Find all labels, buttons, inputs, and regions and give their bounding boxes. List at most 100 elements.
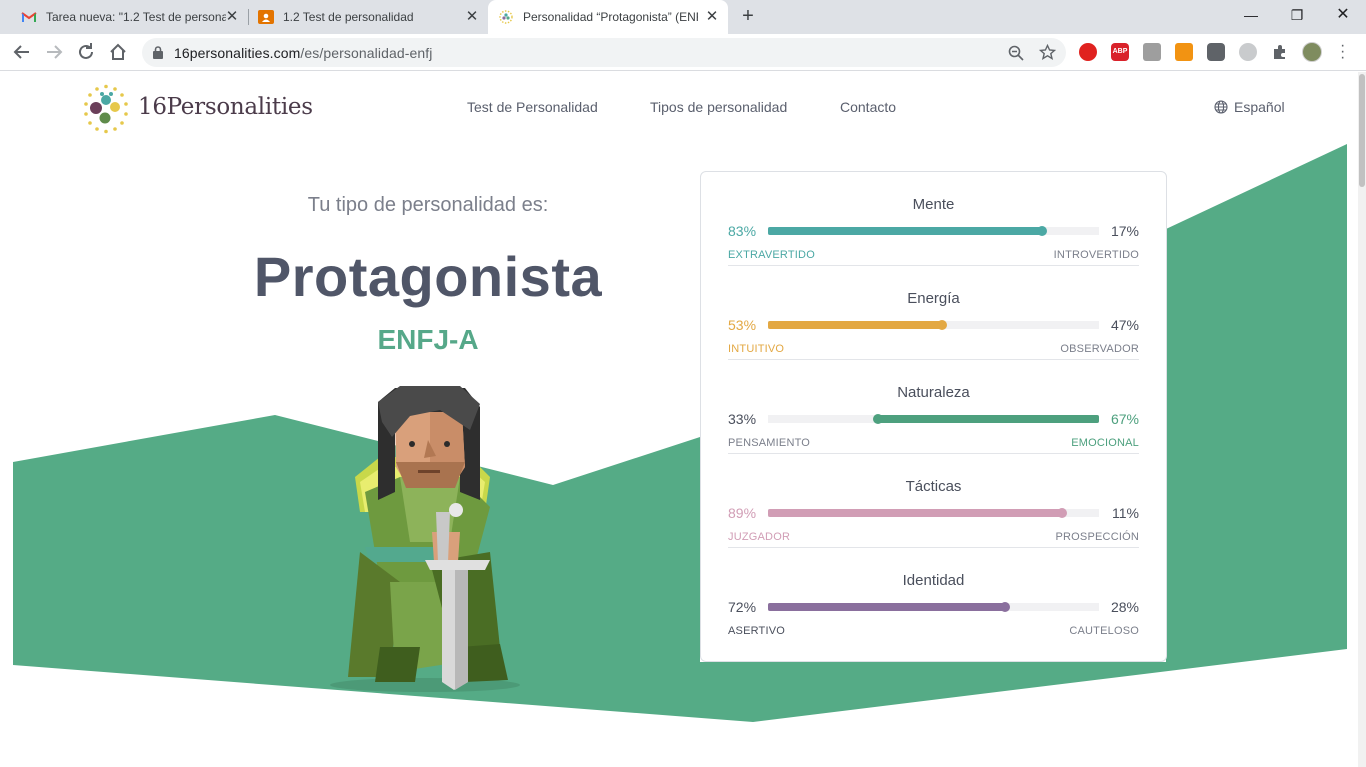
bookmark-star-icon[interactable] [1039,44,1056,61]
home-icon[interactable] [107,41,129,63]
scrollbar-thumb[interactable] [1359,74,1365,187]
trait-left-percent: 72% [728,599,757,615]
logo-mark-icon [84,84,128,134]
trait-left-label: Extravertido [728,249,815,261]
trait-naturaleza: Naturaleza 33% 67% Pensamiento Emocional [728,360,1139,454]
trait-bar-fill [768,321,943,329]
personality-code: ENFJ-A [377,324,479,355]
browser-tab-active[interactable]: Personalidad “Protagonista” (ENF ✕ [488,0,728,34]
adblock-plus-icon[interactable]: ABP [1111,43,1129,61]
page-scrollbar[interactable] [1358,72,1366,767]
site-header: 16Personalities Test de Personalidad Tip… [0,72,1358,144]
browser-menu-icon[interactable]: · · · [1340,38,1346,66]
trait-bar-fill [768,227,1043,235]
trait-name: Identidad [902,572,965,589]
trait-left-label: Asertivo [728,625,786,637]
pdf-extension-icon[interactable] [1143,43,1161,61]
trait-left-percent: 33% [728,411,757,427]
key-extension-icon[interactable] [1175,43,1193,61]
trait-name: Naturaleza [897,384,970,401]
back-icon[interactable] [11,41,33,63]
close-icon[interactable]: ✕ [704,9,720,25]
lock-icon[interactable] [153,46,163,59]
web-page: 16Personalities Test de Personalidad Tip… [0,72,1366,767]
profile-avatar[interactable] [1302,42,1322,62]
compass-extension-icon[interactable] [1239,43,1257,61]
trait-identidad: Identidad 72% 28% Asertivo Cauteloso [728,548,1139,642]
trait-bar-fill [768,603,1006,611]
personality-traits-card: Mente 83% 17% Extravertido Introvertido … [700,171,1167,662]
personality-title: Protagonista [253,245,603,308]
trait-bar [768,320,1099,330]
trait-right-label: Cauteloso [1069,625,1139,637]
trait-left-percent: 83% [728,223,757,239]
stop-extension-icon[interactable] [1079,43,1097,61]
trait-bar [768,414,1099,424]
tab-title: Personalidad “Protagonista” (ENF [523,10,698,24]
extension-gray-icon[interactable] [1207,43,1225,61]
globe-icon [1214,100,1228,114]
trait-left-percent: 53% [728,317,757,333]
16p-favicon [499,10,513,24]
window-close-icon[interactable]: ✕ [1333,5,1353,25]
trait-right-label: Prospección [1055,531,1139,543]
language-label: Español [1234,99,1285,115]
tab-title: Tarea nueva: "1.2 Test de persona [46,10,226,24]
trait-tacticas: Tácticas 89% 11% Juzgador Prospección [728,454,1139,548]
trait-name: Energía [907,290,960,307]
classroom-icon [258,10,274,24]
nav-tipos-de-personalidad[interactable]: Tipos de personalidad [650,99,787,115]
trait-right-percent: 67% [1110,411,1139,427]
language-selector[interactable]: Español [1214,99,1285,115]
new-tab-button[interactable]: + [738,6,758,26]
trait-right-percent: 11% [1112,505,1139,521]
site-logo[interactable]: 16Personalities [82,84,322,134]
browser-tabstrip: Tarea nueva: "1.2 Test de persona ✕ 1.2 … [0,0,1366,34]
protagonist-character-illustration [330,386,520,692]
reload-icon[interactable] [75,41,97,63]
trait-bar-knob [1057,508,1067,518]
trait-energia: Energía 53% 47% Intuitivo Observador [728,266,1139,360]
nav-contacto[interactable]: Contacto [840,99,896,115]
trait-bar-fill [768,509,1063,517]
trait-bar-knob [873,414,883,424]
url-host: 16personalities.com [174,45,301,61]
close-icon[interactable]: ✕ [224,9,240,25]
trait-bar-knob [937,320,947,330]
minimize-icon[interactable]: — [1241,5,1261,25]
trait-left-label: Pensamiento [728,437,811,449]
close-icon[interactable]: ✕ [464,9,480,25]
browser-tab-gmail[interactable]: Tarea nueva: "1.2 Test de persona ✕ [8,0,248,34]
trait-name: Mente [912,196,955,213]
hero-subtitle: Tu tipo de personalidad es: [307,194,549,216]
trait-left-label: Intuitivo [728,343,785,355]
logo-text: 16Personalities [138,94,313,120]
restore-icon[interactable]: ❐ [1287,5,1307,25]
browser-tab-classroom[interactable]: 1.2 Test de personalidad ✕ [248,0,488,34]
trait-mente: Mente 83% 17% Extravertido Introvertido [728,172,1139,266]
address-bar[interactable]: 16personalities.com/es/personalidad-enfj [142,38,1066,67]
gmail-icon [21,12,37,22]
trait-bar [768,602,1099,612]
trait-bar-knob [1000,602,1010,612]
trait-right-label: Emocional [1071,437,1139,449]
zoom-out-icon[interactable] [1008,45,1024,61]
trait-right-percent: 28% [1110,599,1139,615]
trait-left-label: Juzgador [728,531,791,543]
trait-right-percent: 47% [1110,317,1139,333]
trait-right-percent: 17% [1110,223,1139,239]
url-text[interactable]: 16personalities.com/es/personalidad-enfj [174,45,433,61]
trait-left-percent: 89% [728,505,757,521]
trait-bar [768,508,1099,518]
forward-icon[interactable] [43,41,65,63]
trait-right-label: Introvertido [1053,249,1139,261]
trait-bar-knob [1037,226,1047,236]
trait-bar [768,226,1099,236]
url-path: /es/personalidad-enfj [300,45,433,61]
tab-title: 1.2 Test de personalidad [283,10,414,24]
trait-right-label: Observador [1060,343,1139,355]
extensions-puzzle-icon[interactable] [1271,43,1289,61]
trait-bar-fill [877,415,1099,423]
browser-toolbar: 16personalities.com/es/personalidad-enfj… [0,34,1366,71]
nav-test-de-personalidad[interactable]: Test de Personalidad [467,99,598,115]
